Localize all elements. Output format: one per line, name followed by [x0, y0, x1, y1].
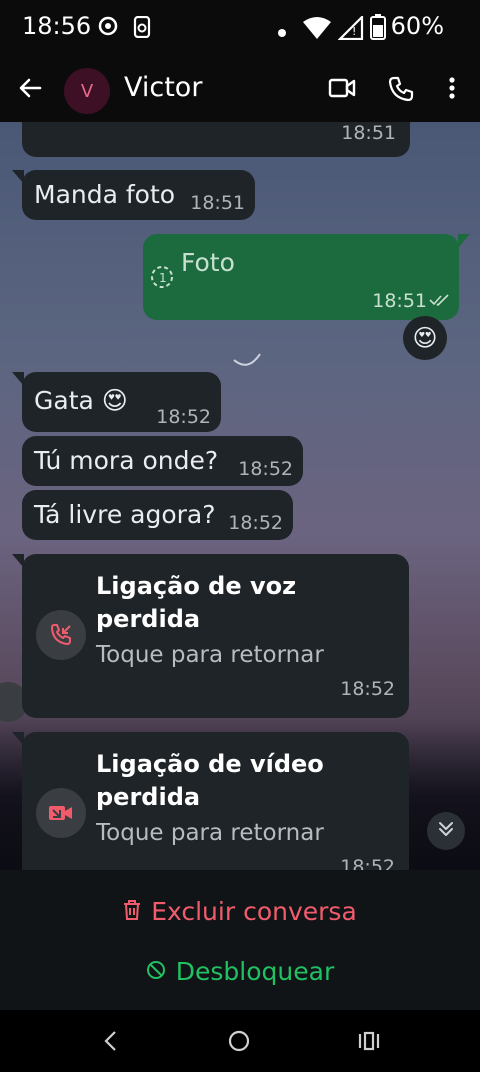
- chat-header: V Victor: [0, 56, 480, 122]
- message-text: Tá livre agora?: [34, 500, 216, 529]
- contact-name[interactable]: Victor: [124, 72, 202, 103]
- signal-icon: !: [337, 14, 364, 44]
- status-bar: 18:56 ! 60%: [0, 0, 480, 56]
- message-time: 18:51: [341, 122, 396, 144]
- message-time: 18:51: [372, 290, 427, 312]
- message-bubble-incoming[interactable]: Tá livre agora? 18:52: [22, 490, 293, 540]
- message-bubble-incoming[interactable]: Manda foto 18:51: [22, 170, 255, 220]
- message-text: Foto: [181, 248, 235, 277]
- message-time: 18:51: [190, 192, 245, 214]
- chat-area[interactable]: 18:51 Manda foto 18:51 1 Foto 18:51 😍 Ga…: [0, 122, 480, 870]
- unblock-label: Desbloquear: [175, 956, 335, 986]
- message-reaction[interactable]: 😍: [403, 316, 447, 360]
- nav-recents-icon[interactable]: [358, 1030, 380, 1056]
- message-time: 18:52: [340, 678, 395, 700]
- missed-call-icon: [36, 610, 86, 660]
- video-call-icon[interactable]: [328, 76, 356, 104]
- scroll-to-bottom-button[interactable]: [427, 812, 465, 850]
- moon-decoration: [233, 353, 261, 366]
- call-title: Ligação de voz perdida: [96, 572, 297, 633]
- wifi-icon: [302, 16, 332, 44]
- delete-chat-button[interactable]: Excluir conversa: [0, 886, 480, 936]
- battery-percent: 60%: [390, 12, 444, 40]
- message-time: 18:52: [340, 856, 395, 870]
- message-text: Manda foto: [34, 180, 176, 209]
- avatar-letter: V: [80, 80, 94, 102]
- more-options-icon[interactable]: [448, 76, 456, 104]
- double-chevron-down-icon: [437, 820, 455, 842]
- blocked-actions-panel: Excluir conversa Desbloquear: [0, 870, 480, 1010]
- status-time: 18:56: [22, 12, 92, 40]
- message-time: 18:52: [156, 406, 211, 428]
- read-receipt-icon: [429, 292, 451, 311]
- delete-chat-label: Excluir conversa: [151, 896, 357, 926]
- call-subtitle: Toque para retornar: [96, 642, 324, 668]
- bubble-tail: [458, 234, 470, 248]
- nav-back-icon[interactable]: [102, 1030, 118, 1056]
- message-bubble-incoming[interactable]: Gata 😍 18:52: [22, 372, 221, 432]
- battery-icon: [370, 14, 386, 44]
- missed-video-call[interactable]: Ligação de vídeo perdida Toque para reto…: [22, 732, 409, 870]
- missed-video-call-icon: [36, 788, 86, 838]
- voice-call-icon[interactable]: [388, 76, 414, 106]
- message-text: Tú mora onde?: [34, 446, 219, 475]
- back-arrow-icon[interactable]: [18, 76, 42, 104]
- message-bubble-outgoing[interactable]: 1 Foto 18:51: [143, 234, 459, 320]
- view-once-icon: 1: [149, 264, 175, 294]
- app-notification-icon: [132, 15, 152, 42]
- message-time: 18:52: [228, 512, 283, 534]
- trash-icon: [123, 897, 141, 926]
- unblock-button[interactable]: Desbloquear: [0, 946, 480, 996]
- svg-text:1: 1: [159, 271, 167, 285]
- at-notification-icon: [98, 16, 118, 40]
- message-text: Gata 😍: [34, 386, 128, 415]
- message-bubble-incoming[interactable]: 18:51: [22, 122, 410, 157]
- message-bubble-incoming[interactable]: Tú mora onde? 18:52: [22, 436, 303, 486]
- missed-voice-call[interactable]: Ligação de voz perdida Toque para retorn…: [22, 554, 409, 718]
- nav-home-icon[interactable]: [228, 1030, 250, 1056]
- avatar[interactable]: V: [64, 68, 110, 114]
- reaction-emoji: 😍: [412, 324, 438, 352]
- call-subtitle: Toque para retornar: [96, 820, 324, 846]
- block-icon: [146, 957, 166, 986]
- call-title: Ligação de vídeo perdida: [96, 750, 324, 811]
- svg-text:!: !: [352, 25, 356, 38]
- system-nav-bar: [0, 1010, 480, 1072]
- message-time: 18:52: [238, 458, 293, 480]
- dot-icon: [278, 22, 286, 41]
